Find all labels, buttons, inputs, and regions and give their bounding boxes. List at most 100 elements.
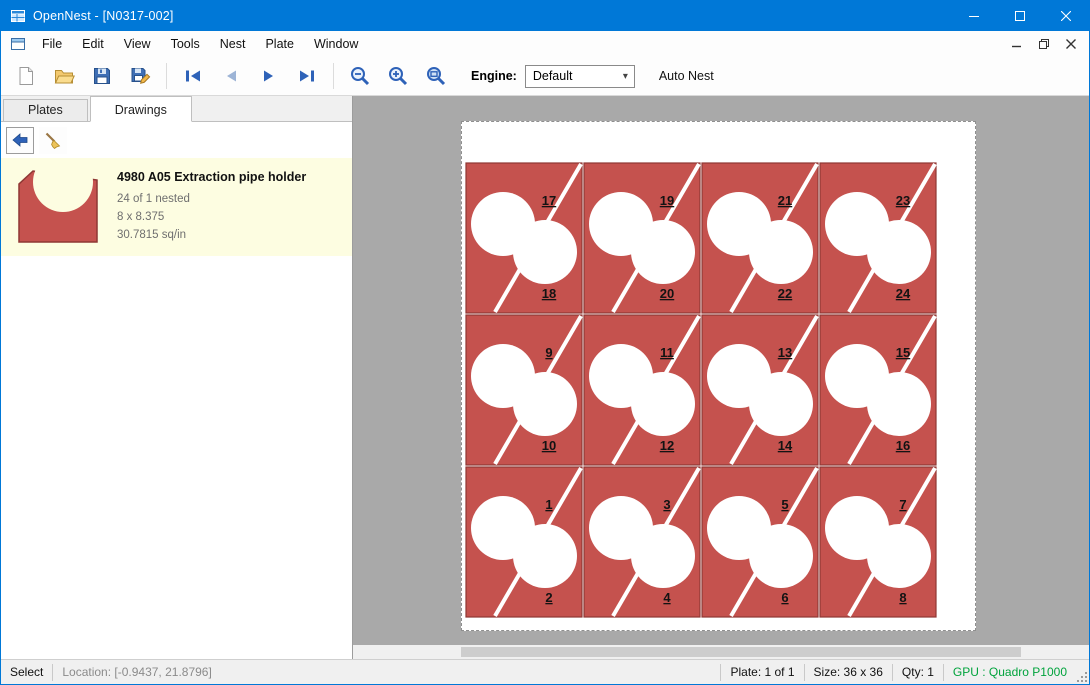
- resize-grip[interactable]: [1071, 660, 1089, 684]
- part-number: 20: [660, 286, 674, 301]
- save-button[interactable]: [83, 60, 121, 92]
- mdi-minimize-button[interactable]: [1004, 34, 1029, 54]
- mdi-window-controls: [1004, 34, 1089, 54]
- drawing-meta: 4980 A05 Extraction pipe holder 24 of 1 …: [117, 164, 306, 248]
- nest-cell[interactable]: 7 8: [819, 466, 937, 618]
- zoom-out-icon: [349, 65, 371, 87]
- zoom-out-button[interactable]: [341, 60, 379, 92]
- drawing-area: 30.7815 sq/in: [117, 227, 306, 245]
- part-shape-icon: [11, 166, 103, 246]
- minimize-icon: [969, 11, 979, 21]
- part-number: 5: [781, 497, 788, 512]
- part-number: 19: [660, 193, 674, 208]
- menu-nest[interactable]: Nest: [210, 32, 256, 56]
- previous-arrow-icon: [221, 66, 241, 86]
- nest-canvas[interactable]: 17 18 19 20 21 22 23 24 9 10 11 12 13 14…: [353, 96, 1089, 659]
- status-separator: [892, 664, 893, 681]
- app-icon: [10, 8, 26, 24]
- zoom-in-button[interactable]: [379, 60, 417, 92]
- nest-cell[interactable]: 15 16: [819, 314, 937, 466]
- part-number: 7: [899, 497, 906, 512]
- resize-grip-icon: [1075, 670, 1089, 684]
- menu-window[interactable]: Window: [304, 32, 368, 56]
- last-arrow-icon: [297, 66, 317, 86]
- part-number: 12: [660, 438, 674, 453]
- nest-cell[interactable]: 5 6: [701, 466, 819, 618]
- restore-icon: [1038, 38, 1050, 50]
- maximize-button[interactable]: [997, 1, 1043, 31]
- scrollbar-thumb[interactable]: [461, 647, 1021, 657]
- title-bar: OpenNest - [N0317-002]: [1, 1, 1089, 31]
- window-title: OpenNest - [N0317-002]: [33, 9, 174, 23]
- broom-icon: [43, 130, 63, 150]
- tab-plates[interactable]: Plates: [3, 99, 88, 121]
- part-number: 16: [896, 438, 910, 453]
- part-thumbnail: [9, 164, 105, 248]
- nest-cell[interactable]: 23 24: [819, 162, 937, 314]
- auto-nest-button[interactable]: Auto Nest: [659, 69, 714, 83]
- part-number: 14: [778, 438, 793, 453]
- sidebar-tabs: PlatesDrawings: [1, 96, 352, 122]
- part-number: 4: [663, 590, 671, 605]
- part-number: 18: [542, 286, 556, 301]
- drawing-list-item[interactable]: 4980 A05 Extraction pipe holder 24 of 1 …: [1, 158, 352, 256]
- drawing-size: 8 x 8.375: [117, 209, 306, 227]
- nest-cell[interactable]: 19 20: [583, 162, 701, 314]
- app-window: OpenNest - [N0317-002] FileEditViewTools…: [0, 0, 1090, 685]
- nest-cell[interactable]: 3 4: [583, 466, 701, 618]
- mdi-close-button[interactable]: [1058, 34, 1083, 54]
- part-number: 22: [778, 286, 792, 301]
- toolbar-separator: [166, 63, 167, 89]
- close-icon: [1066, 39, 1076, 49]
- first-plate-button[interactable]: [174, 60, 212, 92]
- status-plate: Plate: 1 of 1: [730, 665, 794, 679]
- status-separator: [720, 664, 721, 681]
- nest-cell[interactable]: 17 18: [465, 162, 583, 314]
- status-location: Location: [-0.9437, 21.8796]: [62, 665, 211, 679]
- mdi-restore-button[interactable]: [1031, 34, 1056, 54]
- window-controls: [951, 1, 1089, 31]
- part-number: 23: [896, 193, 910, 208]
- menu-plate[interactable]: Plate: [255, 32, 304, 56]
- close-icon: [1061, 11, 1071, 21]
- menu-tools[interactable]: Tools: [161, 32, 210, 56]
- nest-cell[interactable]: 13 14: [701, 314, 819, 466]
- menu-view[interactable]: View: [114, 32, 161, 56]
- nest-cell[interactable]: 9 10: [465, 314, 583, 466]
- plate[interactable]: 17 18 19 20 21 22 23 24 9 10 11 12 13 14…: [461, 121, 976, 631]
- part-number: 17: [542, 193, 556, 208]
- status-separator: [52, 664, 53, 681]
- status-separator: [804, 664, 805, 681]
- minimize-button[interactable]: [951, 1, 997, 31]
- save-edit-icon: [129, 65, 151, 87]
- nest-cell[interactable]: 11 12: [583, 314, 701, 466]
- nest-cell[interactable]: 21 22: [701, 162, 819, 314]
- part-number: 6: [781, 590, 788, 605]
- main-content: PlatesDrawings: [1, 96, 1089, 659]
- engine-select[interactable]: Default ▾: [525, 65, 635, 88]
- tab-drawings[interactable]: Drawings: [90, 96, 192, 122]
- save-edit-button[interactable]: [121, 60, 159, 92]
- zoom-fit-icon: [425, 65, 447, 87]
- clear-drawings-button[interactable]: [39, 127, 67, 154]
- part-number: 21: [778, 193, 792, 208]
- zoom-fit-button[interactable]: [417, 60, 455, 92]
- canvas-hscrollbar[interactable]: [353, 645, 1089, 659]
- status-qty: Qty: 1: [902, 665, 934, 679]
- close-button[interactable]: [1043, 1, 1089, 31]
- drawings-toolbar: [1, 122, 352, 158]
- chevron-down-icon: ▾: [623, 71, 634, 82]
- new-button[interactable]: [7, 60, 45, 92]
- last-plate-button[interactable]: [288, 60, 326, 92]
- menu-file[interactable]: File: [32, 32, 72, 56]
- engine-value: Default: [533, 69, 573, 83]
- document-icon: [10, 36, 26, 52]
- import-drawing-button[interactable]: [6, 127, 34, 154]
- menu-bar: FileEditViewToolsNestPlateWindow: [1, 31, 1089, 57]
- nest-cell[interactable]: 1 2: [465, 466, 583, 618]
- previous-plate-button[interactable]: [212, 60, 250, 92]
- menu-edit[interactable]: Edit: [72, 32, 114, 56]
- sidebar: PlatesDrawings: [1, 96, 353, 659]
- open-button[interactable]: [45, 60, 83, 92]
- next-plate-button[interactable]: [250, 60, 288, 92]
